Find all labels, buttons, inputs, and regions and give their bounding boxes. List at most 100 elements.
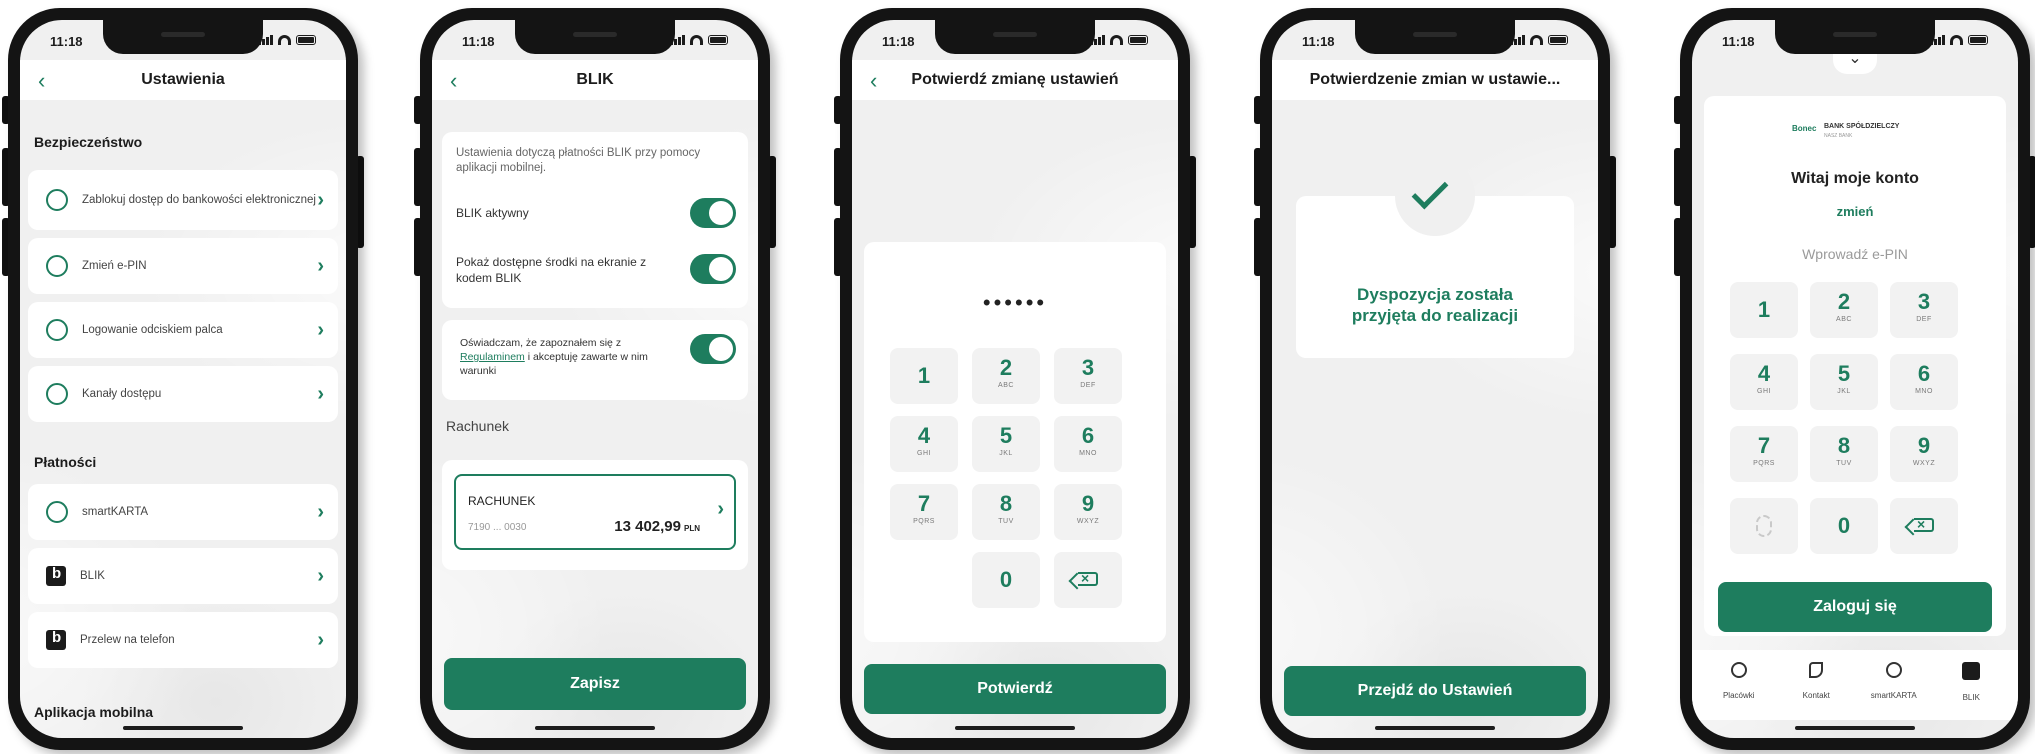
key-letters: GHI <box>917 450 931 457</box>
key-0[interactable]: 0 <box>1810 498 1878 554</box>
confirm-button[interactable]: Potwierdź <box>864 664 1166 714</box>
nav-label: Kontakt <box>1802 691 1830 700</box>
key-5[interactable]: 5 JKL <box>972 416 1040 472</box>
key-2[interactable]: 2 ABC <box>1810 282 1878 338</box>
key-digit: 1 <box>1757 297 1771 322</box>
toggle-consent[interactable] <box>690 334 736 364</box>
chevron-right-icon: › <box>317 500 324 523</box>
key-digit: 7 <box>917 491 931 516</box>
notch <box>935 20 1095 54</box>
settings-item-fingerprint-login[interactable]: Logowanie odciskiem palca › <box>28 302 338 358</box>
login-button[interactable]: Zaloguj się <box>1718 582 1992 632</box>
settings-item-access-channels[interactable]: Kanały dostępu › <box>28 366 338 422</box>
home-indicator <box>535 726 655 730</box>
nav-smartkarta[interactable]: smartKARTA <box>1859 650 1929 720</box>
back-chevron-icon[interactable]: ‹ <box>870 68 877 94</box>
key-letters: GHI <box>1757 388 1771 395</box>
key-9[interactable]: 9 WXYZ <box>1890 426 1958 482</box>
status-time: 11:18 <box>462 34 495 49</box>
settings-item-label: Przelew na telefon <box>80 633 175 646</box>
settings-item-change-epin[interactable]: Zmień e-PIN › <box>28 238 338 294</box>
key-4[interactable]: 4 GHI <box>1730 354 1798 410</box>
status-icons <box>670 35 728 45</box>
back-chevron-icon[interactable]: ‹ <box>450 68 457 94</box>
fingerprint-key[interactable] <box>1730 498 1798 554</box>
key-3[interactable]: 3 DEF <box>1890 282 1958 338</box>
top-bar: ‹ BLIK <box>432 60 758 100</box>
key-3[interactable]: 3 DEF <box>1054 348 1122 404</box>
key-digit: 3 <box>1081 355 1095 380</box>
chevron-right-icon: › <box>317 254 324 277</box>
settings-item-block-access[interactable]: Zablokuj dostęp do bankowości elektronic… <box>28 170 338 230</box>
nav-contact[interactable]: Kontakt <box>1781 650 1851 720</box>
key-8[interactable]: 8 TUV <box>1810 426 1878 482</box>
save-button[interactable]: Zapisz <box>444 658 746 710</box>
notch <box>515 20 675 54</box>
settings-item-label: Zmień e-PIN <box>82 259 147 272</box>
consent-card: Oświadczam, że zapoznałem się z Regulami… <box>442 320 748 400</box>
key-7[interactable]: 7 PQRS <box>1730 426 1798 482</box>
nav-label: Placówki <box>1722 691 1755 700</box>
chevron-right-icon: › <box>317 188 324 211</box>
key-6[interactable]: 6 MNO <box>1054 416 1122 472</box>
phone-frame: 11:18 ⌄ Bonec BANK SPÓŁDZIELCZY NASZ BANK Wit… <box>1680 8 2030 750</box>
key-letters: TUV <box>998 518 1014 525</box>
key-1[interactable]: 1 <box>890 348 958 404</box>
home-indicator <box>1795 726 1915 730</box>
key-7[interactable]: 7 PQRS <box>890 484 958 540</box>
key-letters: WXYZ <box>1912 460 1936 467</box>
bank-name: BANK SPÓŁDZIELCZY <box>1824 123 1900 130</box>
key-letters: PQRS <box>913 518 935 525</box>
phone-3: 11:18 ‹ Potwierdź zmianę ustawień •••••• 1 2 A… <box>834 8 1196 750</box>
settings-item-label: smartKARTA <box>82 505 149 518</box>
settings-item-blik[interactable]: BLIK › <box>28 548 338 604</box>
settings-item-phone-transfer[interactable]: Przelew na telefon › <box>28 612 338 668</box>
key-2[interactable]: 2 ABC <box>972 348 1040 404</box>
fingerprint-icon <box>1756 515 1772 537</box>
location-pin-icon <box>1730 662 1747 678</box>
key-0[interactable]: 0 <box>972 552 1040 608</box>
blik-info-text: Ustawienia dotyczą płatności BLIK przy p… <box>456 147 701 174</box>
key-8[interactable]: 8 TUV <box>972 484 1040 540</box>
bank-sub: NASZ BANK <box>1824 133 1853 139</box>
account-selector[interactable]: RACHUNEK 7190 ... 0030 13 402,99 PLN › <box>454 474 736 550</box>
key-digit: 6 <box>1081 423 1095 448</box>
top-bar: ‹ Potwierdź zmianę ustawień <box>852 60 1178 100</box>
top-bar: Potwierdzenie zmian w ustawie... <box>1272 60 1598 100</box>
toggle-blik-active[interactable] <box>690 198 736 228</box>
backspace-icon <box>1078 570 1098 586</box>
key-9[interactable]: 9 WXYZ <box>1054 484 1122 540</box>
key-4[interactable]: 4 GHI <box>890 416 958 472</box>
nav-blik[interactable]: BLIK <box>1936 650 2006 720</box>
key-5[interactable]: 5 JKL <box>1810 354 1878 410</box>
nav-branches[interactable]: Placówki <box>1704 650 1774 720</box>
account-number: 7190 ... 0030 <box>468 522 527 533</box>
phone-screen: 11:18 ⌄ Bonec BANK SPÓŁDZIELCZY NASZ BANK Wit… <box>1692 20 2018 738</box>
key-6[interactable]: 6 MNO <box>1890 354 1958 410</box>
consent-text: Oświadczam, że zapoznałem się z Regulami… <box>460 336 678 378</box>
backspace-key[interactable] <box>1890 498 1958 554</box>
greeting: Witaj moje konto <box>1791 170 1919 187</box>
key-letters: MNO <box>1915 388 1933 395</box>
chevron-right-icon: › <box>717 498 724 520</box>
key-digit: 1 <box>917 363 931 388</box>
back-chevron-icon[interactable]: ‹ <box>38 68 45 94</box>
phone-4: 11:18 Potwierdzenie zmian w ustawie... Dys… <box>1254 8 1616 750</box>
top-bar: ‹ Ustawienia <box>20 60 346 100</box>
phone-screen: 11:18 ‹ Potwierdź zmianę ustawień •••••• 1 2 A… <box>852 20 1178 738</box>
backspace-icon <box>1914 516 1934 532</box>
settings-item-smartkarta[interactable]: smartKARTA › <box>28 484 338 540</box>
stage: 11:18 ‹ Ustawienia Bezpieczeństwo Zablokuj d… <box>0 0 2035 754</box>
notch <box>1775 20 1935 54</box>
go-to-settings-button[interactable]: Przejdź do Ustawień <box>1284 666 1586 716</box>
toggle-show-funds[interactable] <box>690 254 736 284</box>
section-payments: Płatności <box>34 454 97 470</box>
account-card: RACHUNEK 7190 ... 0030 13 402,99 PLN › <box>442 460 748 570</box>
chevron-right-icon: › <box>317 564 324 587</box>
account-balance: 13 402,99 <box>614 518 681 535</box>
change-account-link[interactable]: zmień <box>1704 204 2006 219</box>
regulations-link[interactable]: Regulaminem <box>460 351 525 363</box>
key-1[interactable]: 1 <box>1730 282 1798 338</box>
home-indicator <box>123 726 243 730</box>
backspace-key[interactable] <box>1054 552 1122 608</box>
